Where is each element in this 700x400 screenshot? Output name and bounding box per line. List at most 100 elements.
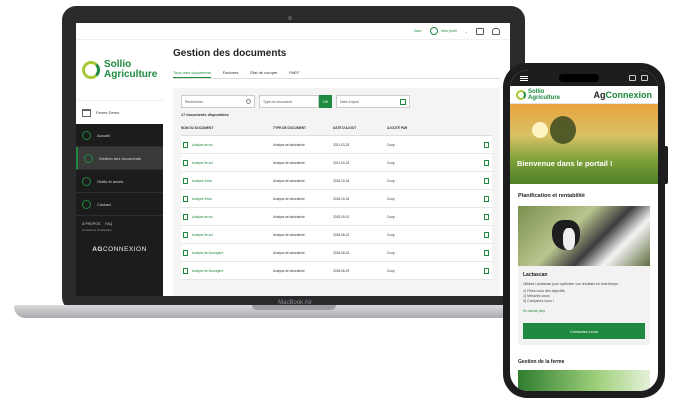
profile-label: Mon profil [441,29,457,33]
search-placeholder: Rechercher [185,99,204,104]
col-added-by[interactable]: AJOUTÉ PAR [387,126,467,130]
document-type: Analyse de laboratoire [273,196,305,201]
download-icon[interactable] [484,231,489,238]
sidebar-item-home[interactable]: Accueil [76,124,163,147]
search-icon [246,99,251,104]
table-header: NOM DU DOCUMENT TYPE DE DOCUMENT DATE D'… [181,126,492,136]
tools-icon [82,176,91,186]
bell-icon[interactable] [492,27,500,35]
document-name-cell[interactable]: Analyse d'eau [181,177,273,184]
download-icon[interactable] [484,195,489,202]
tab-account-statement[interactable]: État de compte [250,68,277,78]
conditions-link[interactable]: Conditions d'utilisation [76,228,163,232]
col-date[interactable]: DATE D'AJOUT [333,126,387,130]
file-icon [183,231,188,238]
col-type[interactable]: TYPE DE DOCUMENT [273,126,333,130]
logo-line-2: Agriculture [528,94,561,101]
app-body: Sollio Agriculture Ferme Démo Accueil Ge… [76,40,510,296]
tab-paef[interactable]: PAEF [289,68,299,78]
file-icon [183,141,188,148]
faq-link[interactable]: FAQ [105,222,112,226]
download-icon[interactable] [484,159,489,166]
top-bar: Inscr. Mon profil ⌄ [76,23,510,40]
document-added-by: Coop [387,214,395,219]
cow-image [518,206,650,266]
download-icon[interactable] [484,213,489,220]
profile-menu[interactable]: Mon profil [430,27,457,35]
document-name-cell[interactable]: Analyse de sol [181,159,273,166]
sun-image [532,122,548,138]
document-name-cell[interactable]: Analyse de sol [181,213,273,220]
sidebar-item-label: Outils et accès [97,178,124,184]
cart-icon[interactable] [476,27,484,35]
download-icon[interactable] [484,177,489,184]
main-content: Gestion des documents Tous mes documents… [163,40,510,296]
farm-name: Ferme Démo [96,110,120,115]
contact-us-button[interactable]: Contactez-nous [523,323,645,339]
sollio-sun-icon [82,61,100,79]
sidebar-item-documents[interactable]: Gestion des documents [76,147,163,170]
document-name-cell[interactable]: Analyse de fourragère [181,267,273,274]
brand-b: Connexion [605,89,653,100]
contact-icon [82,199,91,209]
phone-header-icons [629,75,648,81]
home-icon [82,130,91,140]
laptop-camera [288,16,292,20]
document-date: 2018-06-29 [333,268,350,273]
document-name-cell[interactable]: Analyse de fourragère [181,249,273,256]
tab-invoices[interactable]: Factures [223,68,239,78]
table-row[interactable]: Analyse de sol Analyse de laboratoire 2021… [181,136,492,154]
sidebar-logo[interactable]: Sollio Agriculture [76,40,163,100]
section-title: Gestion de la ferme [518,359,565,365]
bell-icon[interactable] [641,75,648,81]
search-input[interactable]: Rechercher [181,95,255,108]
farm-selector[interactable]: Ferme Démo [76,100,163,124]
table-row[interactable]: Analyse de fourragère Analyse de laborato… [181,244,492,262]
tree-image [550,116,576,144]
download-icon[interactable] [484,249,489,256]
learn-more-link[interactable]: En savoir plus [518,306,650,313]
topbar-link[interactable]: Inscr. [414,29,422,33]
logo-line-2: Agriculture [104,69,158,80]
document-date: 2018-08-02 [333,250,350,255]
sidebar-item-tools[interactable]: Outils et accès [76,170,163,193]
card-step: 3) Comparez-vous ! [523,299,554,303]
farm-icon [82,108,91,117]
cart-icon[interactable] [629,75,636,81]
sidebar-item-label: Gestion des documents [99,155,142,161]
document-name-cell[interactable]: Analyse de sol [181,231,273,238]
phone-sollio-logo[interactable]: Sollio Agriculture [516,89,560,101]
col-name[interactable]: NOM DU DOCUMENT [181,126,273,130]
download-icon[interactable] [484,267,489,274]
phone-logo-text: Sollio Agriculture [528,89,560,101]
type-ok-button[interactable]: OK [319,95,332,108]
table-row[interactable]: Analyse de fourragère Analyse de laborato… [181,262,492,280]
brand-bold: AG [92,246,103,253]
file-icon [183,159,188,166]
download-icon[interactable] [484,141,489,148]
table-row[interactable]: Analyse d'eau Analyse de laboratoire 2018-… [181,172,492,190]
tab-all-documents[interactable]: Tous mes documents [173,68,211,78]
table-row[interactable]: Analyse de sol Analyse de laboratoire 2018… [181,208,492,226]
device-mockup-scene: MacBook Air Inscr. Mon profil ⌄ Sollio A… [0,0,700,400]
logo-text: Sollio Agriculture [104,60,157,80]
document-name-cell[interactable]: Analyse de sol [181,141,273,148]
date-added-input[interactable]: Date d'ajout [336,95,410,108]
document-date: 2018-09-10 [333,214,350,219]
table-row[interactable]: Analyse de sol Analyse de laboratoire 2021… [181,154,492,172]
document-name: Analyse de fourragère [192,268,224,273]
chevron-down-icon[interactable]: ⌄ [465,29,468,34]
document-date: 2018-08-22 [333,232,350,237]
document-date: 2021-03-23 [333,160,350,165]
laptop-model-label: MacBook Air [278,300,312,306]
table-row[interactable]: Analyse de sol Analyse de laboratoire 2018… [181,226,492,244]
phone-screen: Sollio Agriculture AgConnexion Bienvenue… [510,70,658,391]
sidebar-item-contact[interactable]: Contact [76,193,163,216]
document-type-select[interactable]: Type de document [259,95,319,108]
table-row[interactable]: Analyse d'eau Analyse de laboratoire 2018-… [181,190,492,208]
about-link[interactable]: À PROPOS [82,222,100,226]
hamburger-menu-icon[interactable] [520,75,528,81]
document-name-cell[interactable]: Analyse d'eau [181,195,273,202]
cow-face-shape [563,228,575,250]
card-steps: 1) Fixez-vous des objectifs; 2) Mesurez-… [518,287,650,306]
